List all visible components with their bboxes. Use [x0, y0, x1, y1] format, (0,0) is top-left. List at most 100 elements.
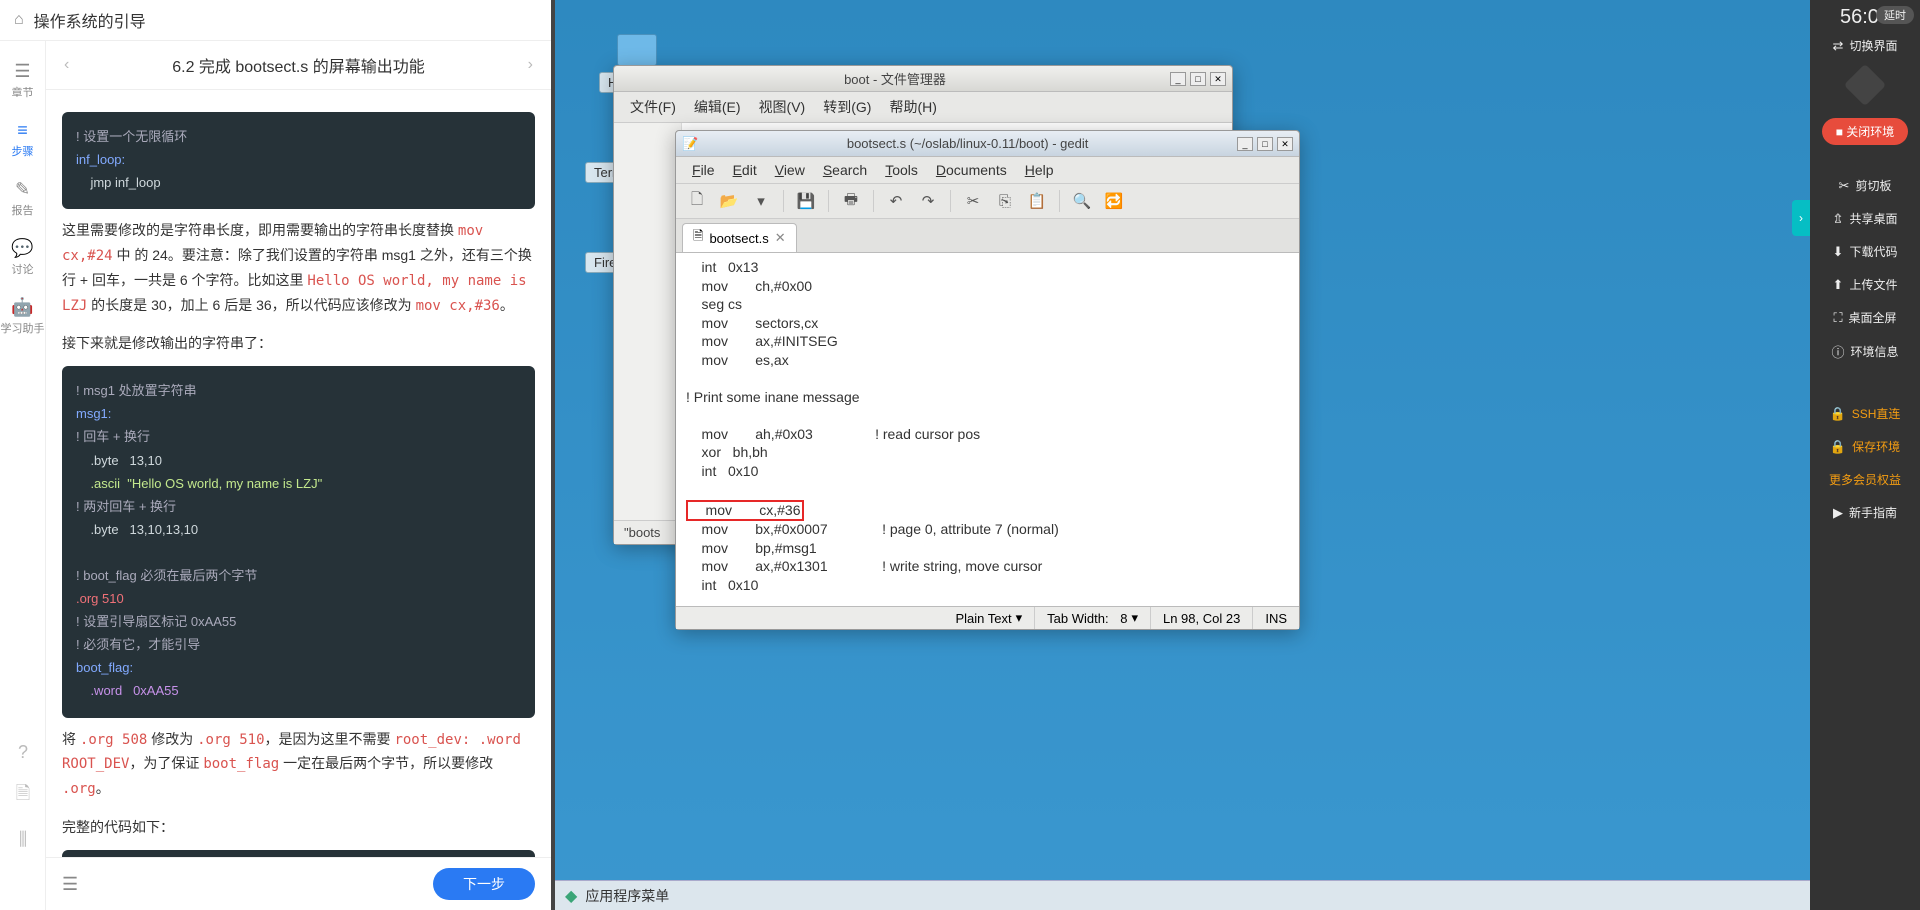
fm-titlebar[interactable]: boot - 文件管理器 _□✕	[614, 66, 1232, 92]
lock-icon: 🔒	[1830, 406, 1846, 422]
save-icon[interactable]: 💾	[793, 188, 819, 214]
report-icon: ✎	[15, 179, 30, 200]
app-menu-icon[interactable]: ◆	[565, 886, 577, 906]
gedit-menubar: File Edit View Search Tools Documents He…	[676, 157, 1299, 184]
menu-documents[interactable]: Documents	[928, 160, 1015, 180]
chapters-icon: ☰	[14, 61, 30, 82]
replace-icon[interactable]: 🔁	[1101, 188, 1127, 214]
undo-icon[interactable]: ↶	[883, 188, 909, 214]
status-language[interactable]: Plain Text▾	[944, 607, 1036, 629]
gedit-statusbar: Plain Text▾ Tab Width: 8▾ Ln 98, Col 23 …	[676, 606, 1299, 629]
discuss-icon: 💬	[11, 238, 33, 259]
share-icon: ⇬	[1833, 211, 1844, 227]
maximize-button[interactable]: □	[1257, 137, 1273, 151]
status-tabwidth[interactable]: Tab Width: 8▾	[1035, 607, 1151, 629]
menu-view[interactable]: View	[767, 160, 813, 180]
desktop-folder-icon[interactable]	[609, 34, 665, 69]
switch-icon: ⇄	[1833, 38, 1844, 54]
info-icon: ⓘ	[1831, 342, 1844, 361]
close-button[interactable]: ✕	[1210, 72, 1226, 86]
menu-file[interactable]: File	[684, 160, 723, 180]
chevron-right-icon[interactable]: ›	[528, 56, 533, 74]
left-panel: ⌂ 操作系统的引导 ☰章节 ≡步骤 ✎报告 💬讨论 🤖学习助手 ? 🗎 ⫼ ‹ …	[0, 0, 555, 910]
next-button[interactable]: 下一步	[433, 868, 535, 900]
gedit-app-icon: 📝	[682, 136, 698, 152]
save-env-button[interactable]: 🔒保存环境	[1830, 430, 1900, 463]
fm-sidebar	[614, 123, 682, 520]
print-icon[interactable]: 🖶	[838, 188, 864, 214]
assistant-icon: 🤖	[11, 297, 33, 318]
minimize-button[interactable]: _	[1170, 72, 1186, 86]
left-sidebar: ☰章节 ≡步骤 ✎报告 💬讨论 🤖学习助手 ? 🗎 ⫼	[0, 41, 46, 910]
menu-file[interactable]: 文件(F)	[622, 95, 684, 119]
cut-icon[interactable]: ✂	[960, 188, 986, 214]
desktop[interactable]: Ho Terminal Firefox boot - 文件管理器 _□✕ 文件(…	[555, 0, 1810, 910]
status-insert-mode: INS	[1253, 607, 1299, 629]
editor-area[interactable]: int 0x13 mov ch,#0x00 seg cs mov sectors…	[676, 253, 1299, 606]
chevron-down-icon[interactable]: ▾	[748, 188, 774, 214]
fullscreen-button[interactable]: ⛶桌面全屏	[1833, 301, 1896, 334]
close-env-button[interactable]: ■ 关闭环境	[1822, 118, 1909, 145]
menu-search[interactable]: Search	[815, 160, 875, 180]
sidebar-item-assistant[interactable]: 🤖学习助手	[1, 287, 45, 346]
env-logo-icon	[1844, 64, 1886, 106]
guide-button[interactable]: ▶新手指南	[1833, 496, 1897, 529]
menu-tools[interactable]: Tools	[877, 160, 926, 180]
chevron-down-icon: ▾	[1016, 610, 1023, 626]
tab-bootsect[interactable]: 🗎 bootsect.s ✕	[682, 223, 797, 252]
switch-view-button[interactable]: ⇄切换界面	[1833, 29, 1898, 62]
stats-icon[interactable]: ⫼	[19, 829, 27, 850]
taskbar[interactable]: ◆ 应用程序菜单	[555, 880, 1810, 910]
content-scroll[interactable]: ! 设置一个无限循环 inf_loop: jmp inf_loop 这里需要修改…	[46, 90, 551, 857]
paragraph-4: 完整的代码如下：	[62, 816, 535, 840]
home-icon[interactable]: ⌂	[14, 11, 24, 29]
code-block-3: entry _start _start: mov ah,#0x03	[62, 850, 535, 857]
sidebar-item-discuss[interactable]: 💬讨论	[11, 228, 33, 287]
download-icon: ⬇	[1833, 244, 1844, 260]
fm-menubar: 文件(F) 编辑(E) 视图(V) 转到(G) 帮助(H)	[614, 92, 1232, 123]
help-icon[interactable]: ?	[18, 742, 28, 763]
breadcrumb: ⌂ 操作系统的引导	[0, 0, 551, 41]
menu-goto[interactable]: 转到(G)	[815, 95, 879, 119]
tabstrip: 🗎 bootsect.s ✕	[676, 219, 1299, 253]
download-code-button[interactable]: ⬇下载代码	[1833, 235, 1898, 268]
sidebar-item-report[interactable]: ✎报告	[12, 169, 34, 228]
clipboard-button[interactable]: ✂剪切板	[1839, 169, 1892, 202]
env-info-button[interactable]: ⓘ环境信息	[1831, 334, 1898, 369]
search-icon[interactable]: 🔍	[1069, 188, 1095, 214]
sidebar-item-chapters[interactable]: ☰章节	[12, 51, 34, 110]
sidebar-item-steps[interactable]: ≡步骤	[12, 110, 34, 169]
close-tab-icon[interactable]: ✕	[775, 230, 786, 246]
gedit-window[interactable]: 📝 bootsect.s (~/oslab/linux-0.11/boot) -…	[675, 130, 1300, 630]
gedit-title: bootsect.s (~/oslab/linux-0.11/boot) - g…	[698, 136, 1237, 151]
ssh-button[interactable]: 🔒SSH直连	[1830, 397, 1901, 430]
copy-icon[interactable]: ⎘	[992, 188, 1018, 214]
maximize-button[interactable]: □	[1190, 72, 1206, 86]
more-privileges-button[interactable]: 更多会员权益	[1829, 463, 1901, 496]
share-desktop-button[interactable]: ⇬共享桌面	[1833, 202, 1898, 235]
redo-icon[interactable]: ↷	[915, 188, 941, 214]
doc-icon[interactable]: 🗎	[16, 781, 30, 811]
menu-help[interactable]: Help	[1017, 160, 1062, 180]
play-icon: ▶	[1833, 505, 1843, 521]
collapse-sidebar-button[interactable]: ›	[1792, 200, 1810, 236]
menu-edit[interactable]: 编辑(E)	[686, 95, 749, 119]
app-menu-label[interactable]: 应用程序菜单	[585, 886, 669, 906]
new-file-icon[interactable]: 🗋	[684, 188, 710, 214]
menu-help[interactable]: 帮助(H)	[881, 95, 944, 119]
open-file-icon[interactable]: 📂	[716, 188, 742, 214]
close-button[interactable]: ✕	[1277, 137, 1293, 151]
upload-file-button[interactable]: ⬆上传文件	[1833, 268, 1898, 301]
minimize-button[interactable]: _	[1237, 137, 1253, 151]
steps-icon: ≡	[17, 120, 28, 141]
section-header: ‹ 6.2 完成 bootsect.s 的屏幕输出功能 ›	[46, 41, 551, 90]
toc-icon[interactable]: ☰	[62, 874, 78, 895]
paste-icon[interactable]: 📋	[1024, 188, 1050, 214]
chevron-left-icon[interactable]: ‹	[64, 56, 69, 74]
page-title: 操作系统的引导	[34, 8, 146, 32]
menu-view[interactable]: 视图(V)	[751, 95, 814, 119]
gedit-titlebar[interactable]: 📝 bootsect.s (~/oslab/linux-0.11/boot) -…	[676, 131, 1299, 157]
menu-edit[interactable]: Edit	[725, 160, 765, 180]
delay-badge: 延时	[1876, 6, 1914, 24]
paragraph-1: 这里需要修改的是字符串长度，即用需要输出的字符串长度替换 mov cx,#24 …	[62, 219, 535, 318]
